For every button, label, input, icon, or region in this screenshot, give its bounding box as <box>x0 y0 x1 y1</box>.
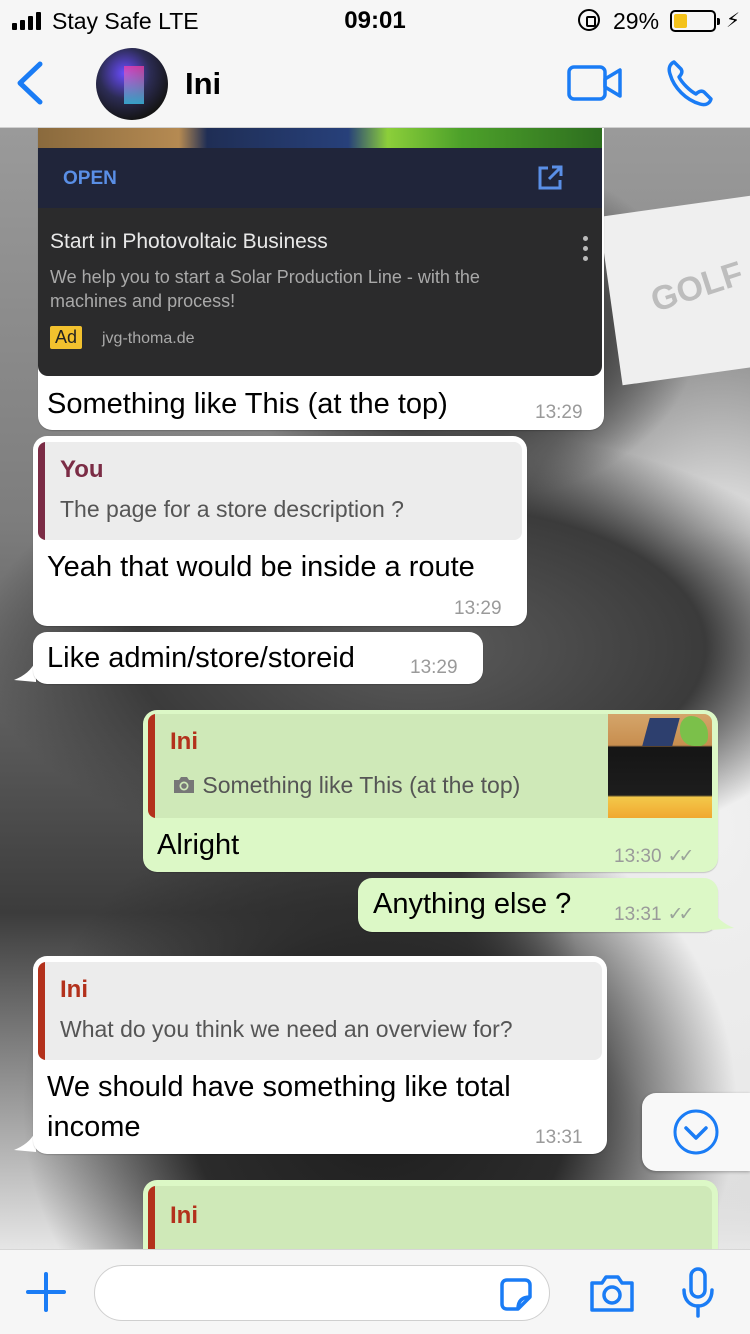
back-button[interactable] <box>12 58 52 108</box>
message-time: 13:30 ✓✓ <box>614 845 695 868</box>
camera-button[interactable] <box>588 1272 636 1314</box>
quote-author: Ini <box>170 1202 198 1229</box>
message-text: Anything else ? <box>373 888 572 920</box>
voice-message-button[interactable] <box>680 1266 716 1320</box>
message-text-line: income <box>47 1111 141 1143</box>
microphone-icon <box>682 1267 714 1318</box>
quote-bar <box>38 962 45 1060</box>
message-text-line: We should have something like total <box>47 1071 511 1103</box>
video-call-icon <box>567 65 622 101</box>
battery-percent: 29% <box>613 8 660 34</box>
ad-screenshot-image[interactable]: OPEN Start in Photovoltaic Business We h… <box>38 128 602 376</box>
quote-bar <box>38 442 45 540</box>
quote-author: Ini <box>60 976 88 1003</box>
double-check-icon: ✓✓ <box>667 846 695 867</box>
bubble-tail <box>712 908 734 930</box>
quote-author: You <box>60 456 104 483</box>
message-input[interactable] <box>94 1265 550 1321</box>
ad-open-label: OPEN <box>63 168 117 189</box>
message-text: Alright <box>157 829 240 861</box>
ad-badge: Ad <box>50 326 83 349</box>
contact-name[interactable]: Ini <box>185 66 221 102</box>
quote-text-row: Something like This (at the top) <box>172 772 520 799</box>
message-text: Like admin/store/storeid <box>47 642 355 674</box>
quote-text: What do you think we need an overview fo… <box>60 1016 513 1042</box>
sticker-icon <box>500 1278 532 1311</box>
chevron-down-icon <box>673 1109 719 1155</box>
plus-icon <box>26 1272 66 1312</box>
ad-domain: jvg-thoma.de <box>102 330 195 347</box>
camera-small-icon <box>174 777 194 793</box>
video-call-button[interactable] <box>566 62 624 106</box>
message-time: 13:29 <box>454 598 502 619</box>
charging-icon: ⚡ <box>726 10 741 32</box>
status-bar: Stay Safe LTE 09:01 29% ⚡ <box>0 0 750 40</box>
phone-icon <box>667 60 713 107</box>
more-vertical-icon <box>583 236 589 266</box>
message-time-value: 13:31 <box>614 904 662 925</box>
quoted-image-thumbnail <box>608 714 712 818</box>
ad-open-bar <box>38 148 602 208</box>
camera-icon <box>590 1275 634 1312</box>
message-time: 13:31 <box>535 1127 583 1148</box>
external-link-icon <box>538 165 563 190</box>
message-time: 13:31 ✓✓ <box>614 903 695 926</box>
voice-call-button[interactable] <box>664 56 714 110</box>
quote-text: Something like This (at the top) <box>202 772 521 798</box>
message-time: 13:29 <box>410 657 458 678</box>
chat-header: Ini <box>0 40 750 128</box>
quoted-message[interactable]: Ini What do you think we need an overvie… <box>38 962 602 1060</box>
message-text: Yeah that would be inside a route <box>47 551 475 583</box>
scroll-to-bottom-button[interactable] <box>642 1093 750 1171</box>
message-time: 13:29 <box>535 402 583 423</box>
double-check-icon: ✓✓ <box>667 904 695 925</box>
quote-author: Ini <box>170 728 198 755</box>
avatar[interactable] <box>96 48 168 120</box>
message-time-value: 13:30 <box>614 846 662 867</box>
quote-text: The page for a store description ? <box>60 496 404 522</box>
sticker-button[interactable] <box>496 1275 536 1315</box>
ad-banner-image <box>38 128 602 148</box>
battery-icon <box>670 10 720 32</box>
back-chevron-icon <box>17 61 43 105</box>
orientation-lock-icon <box>578 9 600 31</box>
message-text: Something like This (at the top) <box>47 388 448 420</box>
quote-bar <box>148 714 155 818</box>
attach-button[interactable] <box>24 1270 68 1314</box>
message-composer <box>0 1249 750 1334</box>
ad-description: We help you to start a Solar Production … <box>50 267 480 311</box>
quoted-message[interactable]: You The page for a store description ? <box>38 442 522 540</box>
ad-title: Start in Photovoltaic Business <box>50 230 328 253</box>
